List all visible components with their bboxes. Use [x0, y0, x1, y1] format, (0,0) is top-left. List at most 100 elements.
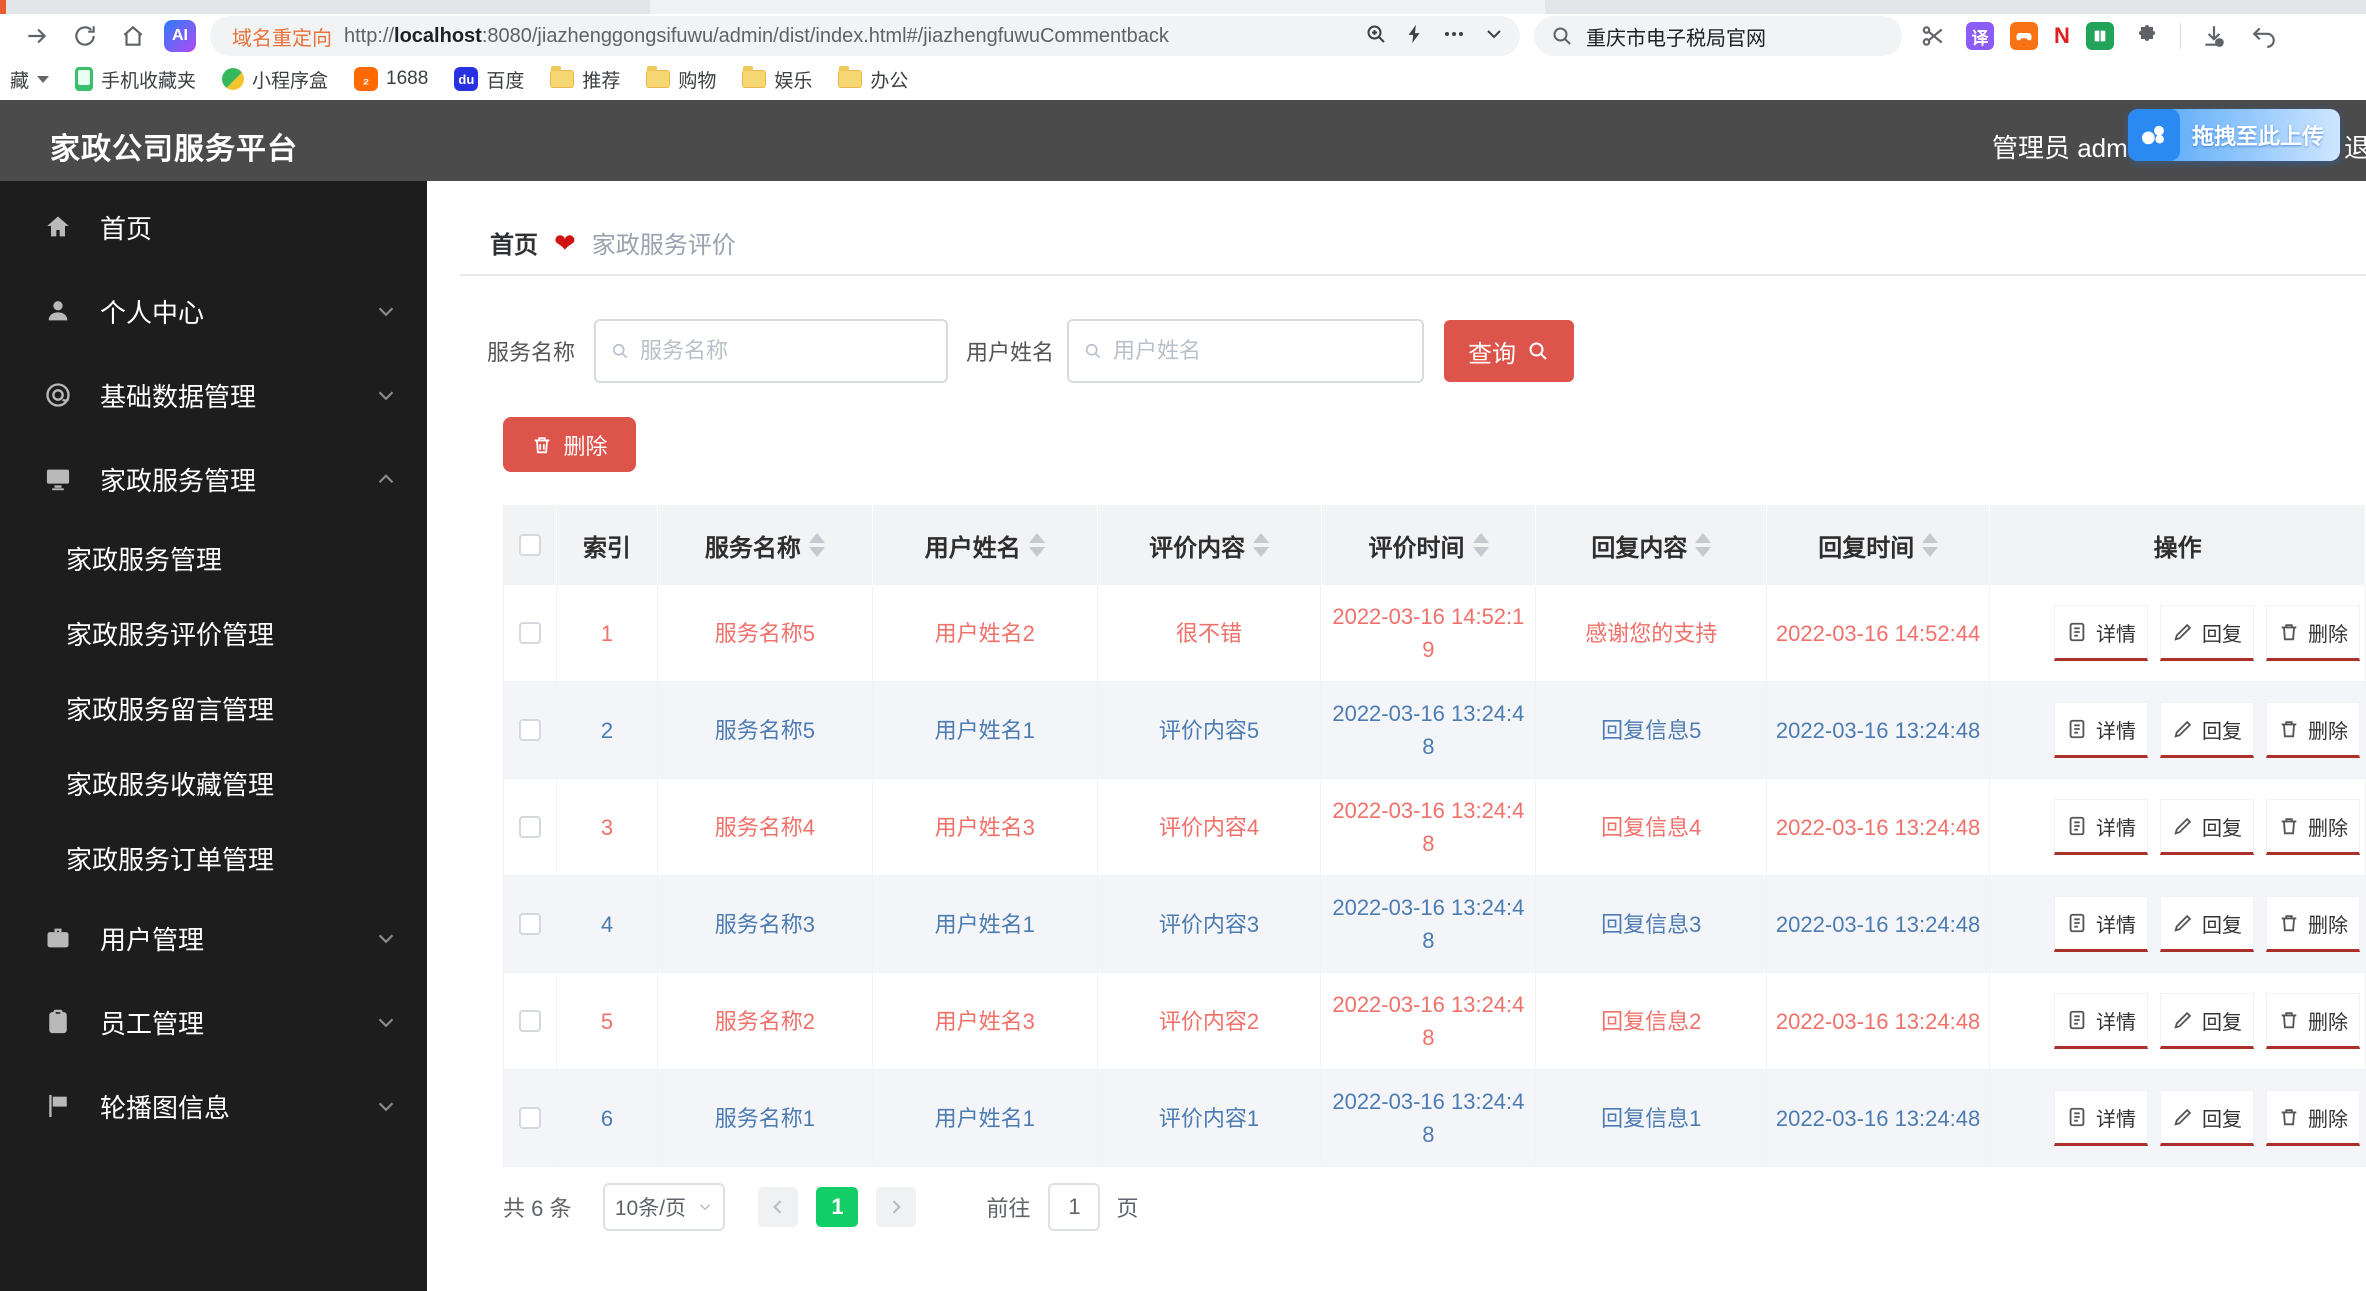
puzzle-extension-icon[interactable] [2130, 19, 2164, 53]
book-icon[interactable] [2085, 22, 2114, 50]
sidebar-subitem[interactable]: 家政服务留言管理 [0, 671, 427, 746]
prev-page-button[interactable] [758, 1187, 799, 1227]
goto-page-input[interactable] [1048, 1183, 1101, 1231]
download-icon[interactable] [2197, 19, 2231, 53]
forward-icon[interactable] [20, 19, 54, 53]
user-name-field[interactable] [1067, 319, 1424, 383]
bulk-delete-button[interactable]: 删除 [503, 417, 636, 472]
sort-asc-icon[interactable] [1922, 533, 1939, 543]
reply-button[interactable]: 回复 [2160, 702, 2254, 758]
bookmark-item[interactable]: 推荐 [550, 66, 620, 93]
query-button[interactable]: 查询 [1444, 320, 1574, 382]
detail-button[interactable]: 详情 [2054, 799, 2148, 855]
zoom-in-icon[interactable] [1364, 22, 1388, 51]
sort-desc-icon[interactable] [1253, 547, 1270, 557]
sort-carets-icon[interactable] [1695, 533, 1712, 557]
delete-button[interactable]: 删除 [2266, 993, 2360, 1049]
active-tab-bottom[interactable] [650, 0, 1545, 14]
more-options-icon[interactable] [1442, 22, 1466, 51]
bookmark-item[interactable]: 娱乐 [742, 66, 812, 93]
reply-button[interactable]: 回复 [2160, 799, 2254, 855]
sort-asc-icon[interactable] [808, 533, 825, 543]
bookmark-item[interactable]: du 百度 [454, 66, 524, 93]
service-name-input[interactable] [639, 338, 932, 364]
delete-button[interactable]: 删除 [2266, 702, 2360, 758]
column-header[interactable]: 回复内容 [1536, 505, 1768, 585]
quick-search-box[interactable]: 重庆市电子税局官网 [1534, 16, 1902, 56]
sort-asc-icon[interactable] [1472, 533, 1489, 543]
detail-button[interactable]: 详情 [2054, 1090, 2148, 1146]
sort-asc-icon[interactable] [1253, 533, 1270, 543]
row-checkbox[interactable] [518, 622, 541, 644]
sort-carets-icon[interactable] [808, 533, 825, 557]
url-bar[interactable]: 域名重定向 http://localhost:8080/jiazhenggong… [210, 16, 1520, 56]
sort-asc-icon[interactable] [1695, 533, 1712, 543]
delete-button[interactable]: 删除 [2266, 605, 2360, 661]
delete-button[interactable]: 删除 [2266, 1090, 2360, 1146]
sort-carets-icon[interactable] [1253, 533, 1270, 557]
sidebar-item-3[interactable]: 家政服务管理 [0, 437, 427, 521]
game-controller-icon[interactable] [2010, 22, 2038, 50]
sort-carets-icon[interactable] [1028, 533, 1045, 557]
translate-icon[interactable]: 译 [1966, 22, 1994, 50]
home-icon[interactable] [116, 19, 150, 53]
sort-desc-icon[interactable] [1695, 547, 1712, 557]
bookmark-item[interactable]: 手机收藏夹 [75, 66, 196, 93]
detail-button[interactable]: 详情 [2054, 702, 2148, 758]
sidebar-subitem[interactable]: 家政服务评价管理 [0, 596, 427, 671]
delete-button[interactable]: 删除 [2266, 799, 2360, 855]
bookmark-item[interactable]: 购物 [646, 66, 716, 93]
sort-carets-icon[interactable] [1922, 533, 1939, 557]
bookmark-item[interactable]: 办公 [838, 66, 908, 93]
detail-button[interactable]: 详情 [2054, 993, 2148, 1049]
sort-desc-icon[interactable] [808, 547, 825, 557]
row-checkbox[interactable] [518, 1107, 541, 1129]
row-checkbox[interactable] [518, 1010, 541, 1032]
sidebar-subitem[interactable]: 家政服务订单管理 [0, 821, 427, 896]
sidebar-item-2[interactable]: 基础数据管理 [0, 353, 427, 437]
chevron-down-icon[interactable] [1482, 22, 1506, 51]
reply-button[interactable]: 回复 [2160, 605, 2254, 661]
ai-extension-icon[interactable]: AI [164, 20, 196, 52]
sort-desc-icon[interactable] [1472, 547, 1489, 557]
user-name-input[interactable] [1112, 338, 1408, 364]
logout-link-partial[interactable]: 退 [2344, 128, 2366, 165]
bookmark-item[interactable]: ₂ 1688 [354, 67, 428, 91]
column-header[interactable]: 评价时间 [1322, 505, 1537, 585]
current-page-button[interactable]: 1 [816, 1187, 859, 1227]
sort-carets-icon[interactable] [1472, 533, 1489, 557]
sidebar-item-5[interactable]: 员工管理 [0, 980, 427, 1064]
sidebar-item-4[interactable]: 用户管理 [0, 896, 427, 980]
netdisk-upload-overlay[interactable]: 拖拽至此上传 [2128, 109, 2341, 161]
reply-button[interactable]: 回复 [2160, 1090, 2254, 1146]
detail-button[interactable]: 详情 [2054, 896, 2148, 952]
breadcrumb-home[interactable]: 首页 [490, 225, 538, 260]
n-extension-icon[interactable]: N [2054, 23, 2070, 49]
bookmark-item[interactable]: 小程序盒 [222, 66, 328, 93]
bookmark-item[interactable]: 藏 [10, 66, 50, 93]
reload-icon[interactable] [68, 19, 102, 53]
sort-desc-icon[interactable] [1028, 547, 1045, 557]
sidebar-item-1[interactable]: 个人中心 [0, 269, 427, 353]
sidebar-subitem[interactable]: 家政服务管理 [0, 521, 427, 596]
column-header[interactable]: 回复时间 [1767, 505, 1991, 585]
column-header[interactable]: 用户姓名 [873, 505, 1098, 585]
service-name-field[interactable] [594, 319, 948, 383]
sort-desc-icon[interactable] [1922, 547, 1939, 557]
sort-asc-icon[interactable] [1028, 533, 1045, 543]
select-all-checkbox[interactable] [518, 534, 541, 556]
delete-button[interactable]: 删除 [2266, 896, 2360, 952]
sidebar-item-6[interactable]: 轮播图信息 [0, 1064, 427, 1148]
undo-icon[interactable] [2247, 19, 2281, 53]
page-size-select[interactable]: 10条/页 [603, 1183, 726, 1231]
row-checkbox[interactable] [518, 816, 541, 838]
sidebar-item-0[interactable]: 首页 [0, 185, 427, 269]
lightning-icon[interactable] [1404, 23, 1426, 50]
next-page-button[interactable] [876, 1187, 917, 1227]
sidebar-subitem[interactable]: 家政服务收藏管理 [0, 746, 427, 821]
row-checkbox[interactable] [518, 719, 541, 741]
detail-button[interactable]: 详情 [2054, 605, 2148, 661]
scissors-icon[interactable] [1916, 19, 1950, 53]
reply-button[interactable]: 回复 [2160, 896, 2254, 952]
column-header[interactable]: 服务名称 [658, 505, 873, 585]
